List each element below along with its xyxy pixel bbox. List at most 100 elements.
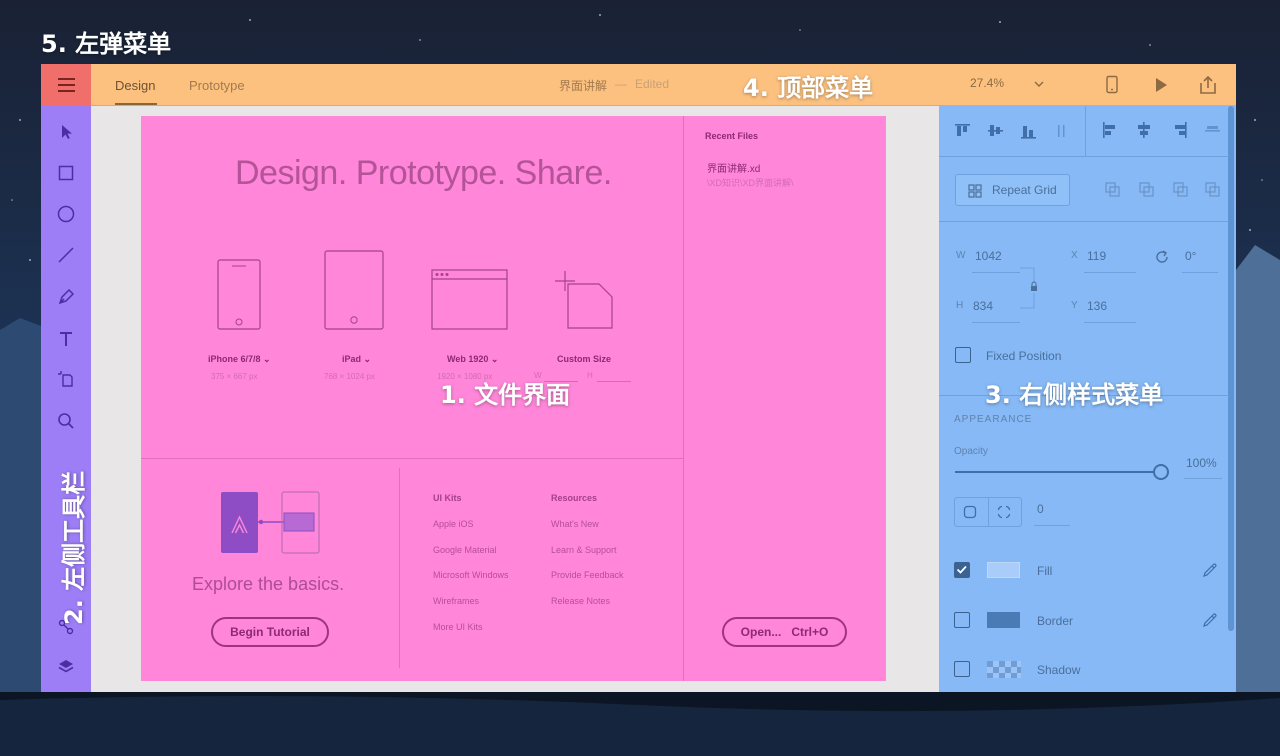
- doc-status: Edited: [635, 77, 670, 91]
- chevron-down-icon[interactable]: [1034, 80, 1044, 88]
- eyedropper-icon[interactable]: [1202, 612, 1218, 628]
- open-file-button[interactable]: Open... Ctrl+O: [722, 617, 847, 647]
- annotation-left-popup-menu: 5. 左弹菜单: [41, 30, 172, 58]
- ui-kit-link[interactable]: Google Material: [433, 545, 497, 555]
- doc-title: 界面讲解: [559, 79, 608, 93]
- width-label: W: [956, 250, 966, 261]
- opacity-slider-handle[interactable]: [1153, 464, 1169, 480]
- opacity-slider-track[interactable]: [955, 471, 1155, 473]
- explore-text: Explore the basics.: [192, 574, 345, 594]
- tab-prototype[interactable]: Prototype: [189, 78, 245, 93]
- height-label: H: [956, 300, 964, 311]
- headline: Design. Prototype. Share.: [235, 154, 612, 192]
- ui-kit-link[interactable]: Microsoft Windows: [433, 570, 509, 580]
- share-icon[interactable]: [1197, 74, 1219, 96]
- active-tab-underline: [115, 103, 157, 105]
- lock-proportions-icon[interactable]: [1019, 266, 1041, 310]
- rotation-field-underline: [1182, 272, 1218, 273]
- web-preset-icon[interactable]: [431, 269, 509, 331]
- ellipse-icon[interactable]: [55, 203, 77, 225]
- shadow-checkbox[interactable]: [954, 661, 970, 677]
- preset-ipad-label[interactable]: iPad ⌄: [342, 354, 371, 365]
- x-value[interactable]: 119: [1087, 249, 1106, 263]
- height-value[interactable]: 834: [973, 299, 993, 313]
- explore-divider: [399, 468, 400, 668]
- eyedropper-icon[interactable]: [1202, 562, 1218, 578]
- artboard-icon[interactable]: [55, 368, 77, 390]
- zoom-level[interactable]: 27.4%: [970, 76, 1004, 90]
- width-value[interactable]: 1042: [975, 249, 1002, 263]
- fill-color-swatch[interactable]: [987, 562, 1020, 578]
- pen-icon[interactable]: [55, 286, 77, 308]
- ipad-preset-icon[interactable]: [324, 250, 385, 331]
- recent-file-name[interactable]: 界面讲解.xd: [707, 160, 760, 175]
- rotation-value[interactable]: 0°: [1185, 249, 1196, 263]
- fixed-position-checkbox[interactable]: [955, 347, 971, 363]
- resource-link[interactable]: What's New: [551, 519, 599, 529]
- tab-design[interactable]: Design: [115, 78, 155, 93]
- appearance-heading: APPEARANCE: [954, 414, 1033, 425]
- mobile-preview-icon[interactable]: [1105, 75, 1119, 95]
- height-field-underline: [972, 322, 1020, 323]
- shadow-swatch[interactable]: [987, 661, 1021, 678]
- zoom-icon[interactable]: [55, 410, 77, 432]
- y-label: Y: [1071, 300, 1078, 311]
- ui-kit-link[interactable]: Apple iOS: [433, 519, 474, 529]
- y-value[interactable]: 136: [1087, 299, 1107, 313]
- corner-radius-value[interactable]: 0: [1037, 502, 1044, 516]
- border-label: Border: [1037, 614, 1074, 628]
- select-arrow-icon[interactable]: [55, 121, 77, 143]
- corner-radius-underline: [1034, 525, 1070, 526]
- resources-title: Resources: [551, 493, 598, 503]
- line-icon[interactable]: [55, 244, 77, 266]
- annotation-file-interface: 1. 文件界面: [440, 381, 571, 409]
- align-toolbar: [955, 122, 1220, 139]
- annotation-right-style-menu: 3. 右侧样式菜单: [985, 381, 1164, 409]
- repeat-grid-button[interactable]: Repeat Grid: [955, 174, 1070, 206]
- resource-link[interactable]: Release Notes: [551, 596, 610, 606]
- hamburger-menu-icon[interactable]: [41, 64, 91, 106]
- iphone-preset-icon[interactable]: [217, 259, 261, 331]
- border-color-swatch[interactable]: [987, 612, 1020, 628]
- preset-iphone-label[interactable]: iPhone 6/7/8 ⌄: [208, 354, 271, 365]
- resource-link[interactable]: Provide Feedback: [551, 570, 624, 580]
- ui-kit-link[interactable]: Wireframes: [433, 596, 479, 606]
- rotate-icon: [1156, 250, 1168, 263]
- recent-divider: [683, 116, 684, 681]
- fixed-position-label: Fixed Position: [986, 349, 1062, 363]
- panel-divider: [939, 156, 1229, 157]
- ui-kit-link[interactable]: More UI Kits: [433, 622, 483, 632]
- resource-link[interactable]: Learn & Support: [551, 545, 617, 555]
- rectangle-icon[interactable]: [55, 162, 77, 184]
- custom-size-preset-icon[interactable]: [555, 271, 615, 331]
- layers-icon[interactable]: [55, 656, 77, 678]
- preset-web-label[interactable]: Web 1920 ⌄: [447, 354, 498, 365]
- section-divider: [141, 458, 683, 459]
- individual-corner-icon[interactable]: [997, 505, 1011, 519]
- preset-iphone-size: 375 × 667 px: [211, 372, 258, 381]
- align-divider: [1085, 106, 1086, 156]
- begin-tutorial-button[interactable]: Begin Tutorial: [211, 617, 329, 647]
- opacity-label: Opacity: [954, 446, 988, 457]
- fill-label: Fill: [1037, 564, 1053, 578]
- border-checkbox[interactable]: [954, 612, 970, 628]
- text-icon[interactable]: [55, 328, 77, 350]
- repeat-grid-label: Repeat Grid: [992, 183, 1057, 197]
- preset-custom-label: Custom Size: [557, 354, 612, 364]
- opacity-value[interactable]: 100%: [1186, 456, 1217, 470]
- play-icon[interactable]: [1153, 76, 1169, 94]
- top-menu-bar: Design Prototype 界面讲解 — Edited 27.4%: [41, 64, 1236, 106]
- uniform-corner-icon[interactable]: [963, 505, 977, 519]
- inspector-scrollbar[interactable]: [1228, 106, 1234, 631]
- x-label: X: [1071, 250, 1078, 261]
- corner-toggle-divider: [988, 497, 989, 527]
- explore-illustration: [221, 491, 320, 554]
- width-field-underline: [972, 272, 1020, 273]
- opacity-field-underline: [1184, 478, 1222, 479]
- recent-file-path: \XD知识\XD界面讲解\: [707, 178, 794, 188]
- title-separator: —: [615, 77, 627, 91]
- custom-height-field[interactable]: [597, 381, 631, 382]
- fill-checkbox[interactable]: [954, 562, 970, 578]
- annotation-left-toolbar: 2. 左侧工具栏: [60, 470, 88, 625]
- panel-divider: [939, 221, 1229, 222]
